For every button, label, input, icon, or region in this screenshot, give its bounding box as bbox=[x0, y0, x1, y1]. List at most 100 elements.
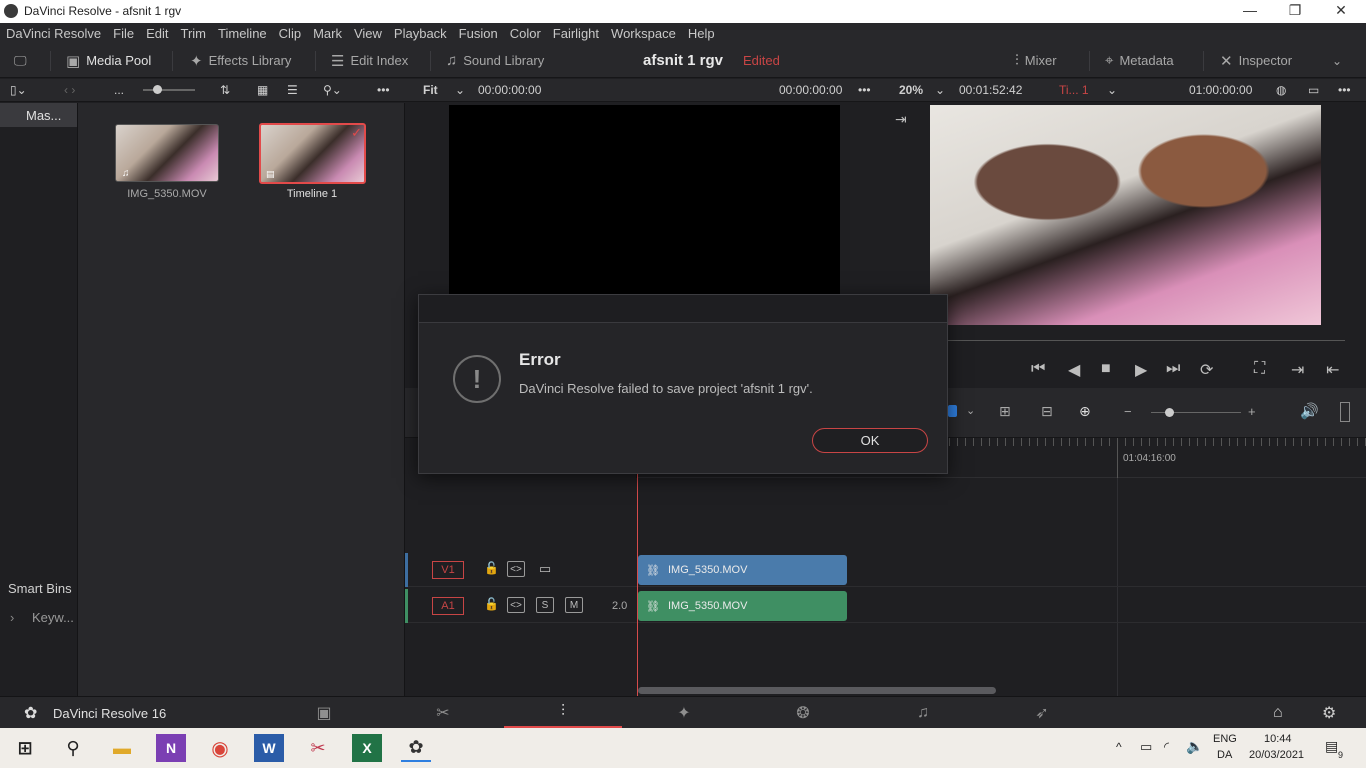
media-pool-button[interactable]: ▣ Media Pool bbox=[66, 43, 151, 78]
fairlight-page-icon[interactable]: ♫ bbox=[864, 697, 982, 729]
speaker-icon[interactable]: 🔈 bbox=[1186, 738, 1203, 755]
inspector-button[interactable]: ✕ Inspector bbox=[1220, 43, 1292, 78]
lock-icon[interactable]: 🔓 bbox=[484, 561, 499, 575]
play-reverse-icon[interactable]: ◀ bbox=[1068, 360, 1080, 380]
panel-layout-icon[interactable]: ▯⌄ bbox=[10, 83, 27, 97]
program-options-icon[interactable]: ••• bbox=[1338, 83, 1351, 97]
color-page-icon[interactable]: ❂ bbox=[744, 697, 862, 729]
zoom-slider-knob[interactable] bbox=[1165, 408, 1174, 417]
zoom-in-icon[interactable]: + bbox=[1248, 404, 1256, 419]
davinci-taskbar-icon[interactable]: ✿ bbox=[401, 734, 431, 762]
source-options-icon[interactable]: ••• bbox=[858, 83, 871, 97]
expand-panel-icon[interactable]: ⌄ bbox=[1332, 43, 1342, 78]
fit-select[interactable]: Fit bbox=[423, 83, 438, 97]
viewer-mode-icon[interactable]: ▭ bbox=[1308, 83, 1319, 97]
mixer-button[interactable]: ⫶ Mixer bbox=[1015, 43, 1057, 78]
chevron-down-icon[interactable]: ⌄ bbox=[1107, 83, 1117, 97]
menu-file[interactable]: File bbox=[107, 26, 140, 41]
next-edit-icon[interactable]: ⇥ bbox=[1291, 360, 1304, 380]
close-window-button[interactable]: ✕ bbox=[1331, 2, 1351, 19]
chrome-icon[interactable]: ◉ bbox=[205, 734, 235, 762]
maximize-button[interactable]: ❐ bbox=[1285, 2, 1305, 19]
minimize-button[interactable]: — bbox=[1240, 2, 1260, 18]
master-bin[interactable]: Mas... bbox=[0, 103, 77, 127]
menu-fairlight[interactable]: Fairlight bbox=[547, 26, 605, 41]
color-wheel-icon[interactable]: ◍ bbox=[1276, 83, 1286, 97]
stop-icon[interactable]: ■ bbox=[1101, 360, 1111, 378]
sound-library-button[interactable]: ♫ Sound Library bbox=[446, 43, 544, 78]
timeline-tracks-area[interactable] bbox=[405, 478, 1366, 696]
menu-timeline[interactable]: Timeline bbox=[212, 26, 273, 41]
back-forward-icon[interactable]: ‹ › bbox=[64, 83, 75, 97]
viewer-scrubber[interactable] bbox=[947, 340, 1345, 341]
onenote-icon[interactable]: N bbox=[156, 734, 186, 762]
search-icon[interactable]: ⚲⌄ bbox=[323, 83, 342, 97]
timeline-select[interactable]: Ti... 1 bbox=[1059, 83, 1089, 97]
chevron-down-icon[interactable]: ⌄ bbox=[455, 83, 465, 97]
clock-time[interactable]: 10:44 bbox=[1264, 733, 1292, 745]
menu-davinci-resolve[interactable]: DaVinci Resolve bbox=[0, 26, 107, 41]
chevron-down-icon[interactable]: ⌄ bbox=[966, 404, 975, 417]
menu-fusion[interactable]: Fusion bbox=[453, 26, 504, 41]
file-explorer-icon[interactable]: ▬ bbox=[107, 734, 137, 762]
ok-button[interactable]: OK bbox=[812, 428, 928, 453]
solo-button[interactable]: S bbox=[536, 597, 554, 613]
battery-icon[interactable]: ▭ bbox=[1140, 739, 1152, 755]
timeline-scrollbar[interactable] bbox=[638, 687, 996, 694]
deliver-page-icon[interactable]: ➶ bbox=[983, 697, 1101, 729]
play-icon[interactable]: ▶ bbox=[1135, 360, 1147, 380]
edit-index-button[interactable]: ☰ Edit Index bbox=[331, 43, 408, 78]
grid-view-icon[interactable]: ▦ bbox=[257, 83, 268, 97]
volume-icon[interactable]: 🔊 bbox=[1300, 402, 1319, 420]
menu-mark[interactable]: Mark bbox=[307, 26, 348, 41]
timeline-thumbnail[interactable]: ✓ ▤ bbox=[259, 123, 366, 184]
audio-meter-icon[interactable] bbox=[1340, 402, 1350, 422]
video-clip[interactable]: ⛓ IMG_5350.MOV bbox=[638, 555, 847, 585]
zoom-select[interactable]: 20% bbox=[899, 83, 923, 97]
chevron-up-icon[interactable]: ^ bbox=[1116, 740, 1122, 754]
edit-page-icon[interactable]: ⫶ bbox=[504, 697, 622, 729]
home-icon[interactable]: ⌂ bbox=[1273, 704, 1283, 722]
track-a1-label[interactable]: A1 bbox=[432, 597, 464, 615]
menu-trim[interactable]: Trim bbox=[175, 26, 213, 41]
chevron-right-icon[interactable]: › bbox=[10, 610, 14, 625]
metadata-button[interactable]: ⌖ Metadata bbox=[1105, 43, 1174, 78]
auto-select-icon[interactable]: <> bbox=[507, 561, 525, 577]
loop-icon[interactable]: ⟳ bbox=[1200, 360, 1213, 380]
clock-date[interactable]: 20/03/2021 bbox=[1249, 749, 1304, 761]
zoom-out-icon[interactable]: − bbox=[1124, 404, 1132, 419]
menu-workspace[interactable]: Workspace bbox=[605, 26, 682, 41]
gear-icon[interactable]: ⚙ bbox=[1322, 703, 1336, 723]
go-to-end-icon[interactable]: ⏭ bbox=[1166, 360, 1180, 378]
flag-color-icon[interactable] bbox=[948, 405, 957, 417]
lock-icon[interactable]: 🔓 bbox=[484, 597, 499, 611]
audio-clip[interactable]: ⛓ IMG_5350.MOV bbox=[638, 591, 847, 621]
zoom-detail-icon[interactable]: ⊟ bbox=[1041, 403, 1053, 420]
track-visibility-icon[interactable]: ▭ bbox=[536, 561, 554, 577]
media-page-icon[interactable]: ▣ bbox=[265, 697, 383, 729]
excel-icon[interactable]: X bbox=[352, 734, 382, 762]
menu-color[interactable]: Color bbox=[504, 26, 547, 41]
dialog-title-bar[interactable] bbox=[419, 295, 947, 323]
menu-view[interactable]: View bbox=[348, 26, 388, 41]
menu-playback[interactable]: Playback bbox=[388, 26, 453, 41]
input-language[interactable]: ENG bbox=[1213, 733, 1237, 745]
go-to-start-icon[interactable]: ⏮ bbox=[1031, 360, 1045, 378]
menu-edit[interactable]: Edit bbox=[140, 26, 174, 41]
windows-start-icon[interactable]: ⊞ bbox=[10, 734, 40, 762]
menu-clip[interactable]: Clip bbox=[273, 26, 307, 41]
more-options-icon[interactable]: ••• bbox=[377, 83, 390, 97]
input-region[interactable]: DA bbox=[1217, 749, 1232, 761]
sort-icon[interactable]: ⇅ bbox=[220, 83, 230, 97]
zoom-custom-icon[interactable]: ⊕ bbox=[1079, 403, 1091, 420]
clip-thumbnail[interactable]: ♫ bbox=[115, 124, 219, 182]
auto-select-icon[interactable]: <> bbox=[507, 597, 525, 613]
match-frame-icon[interactable]: ⇥ bbox=[895, 111, 907, 128]
menu-help[interactable]: Help bbox=[682, 26, 721, 41]
list-view-icon[interactable]: ☰ bbox=[287, 83, 298, 97]
track-v1-label[interactable]: V1 bbox=[432, 561, 464, 579]
fullscreen-icon[interactable]: ⛶ bbox=[1254, 360, 1265, 378]
search-icon[interactable]: ⚲ bbox=[58, 734, 88, 762]
thumb-size-knob[interactable] bbox=[153, 85, 162, 94]
playhead[interactable] bbox=[637, 438, 638, 696]
